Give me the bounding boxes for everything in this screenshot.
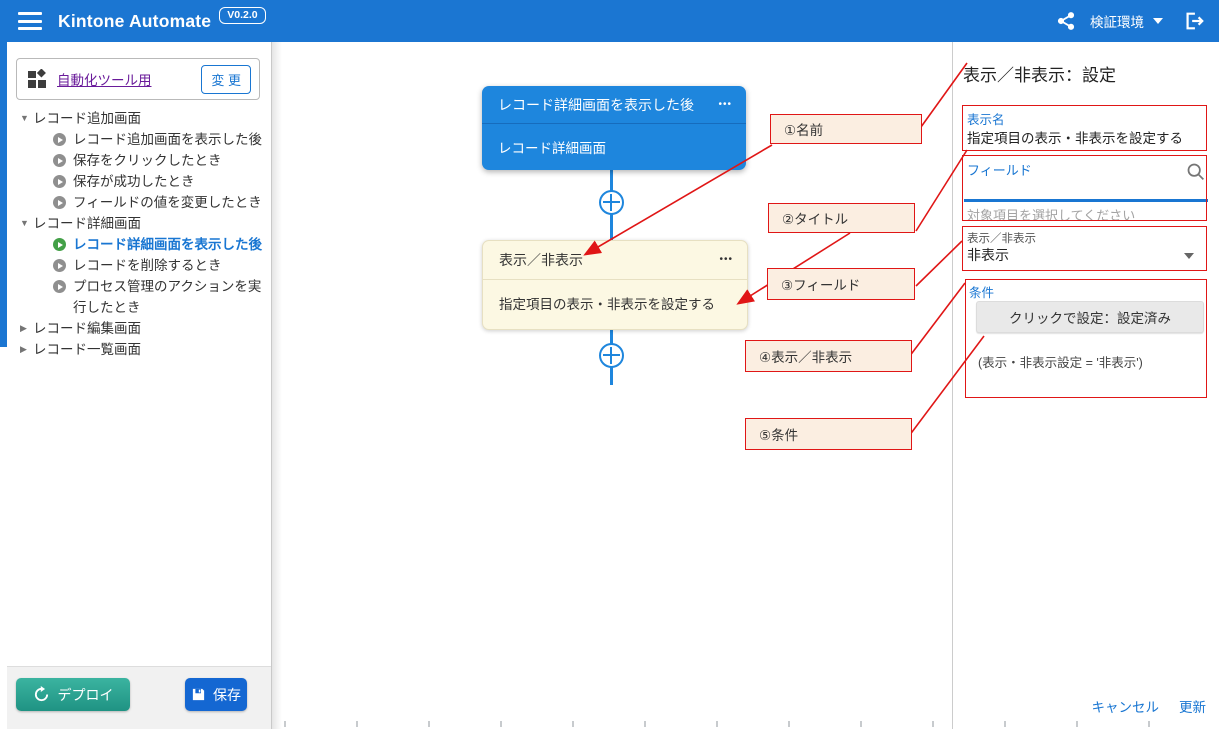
event-tree: ▼レコード追加画面 レコード追加画面を表示した後 保存をクリックしたとき 保存が… xyxy=(7,108,269,360)
search-icon[interactable] xyxy=(1185,161,1206,187)
app-card: 自動化ツール用 変 更 xyxy=(16,58,260,100)
environment-label: 検証環境 xyxy=(1090,11,1144,31)
event-icon xyxy=(53,154,66,167)
logout-icon[interactable] xyxy=(1183,10,1205,32)
visibility-select-label: 表示／非表示 xyxy=(967,230,1036,246)
tree-collapse-icon[interactable]: ▼ xyxy=(20,213,33,234)
sidebar-item[interactable]: 保存が成功したとき xyxy=(7,171,269,192)
sidebar-item[interactable]: プロセス管理のアクションを実行したとき xyxy=(7,276,269,318)
app-title: Kintone Automate xyxy=(58,11,211,32)
tree-collapse-icon[interactable]: ▼ xyxy=(20,108,33,129)
more-options-icon[interactable]: ••• xyxy=(718,100,732,110)
field-selector-label: フィールド xyxy=(967,160,1032,179)
share-icon[interactable] xyxy=(1056,11,1076,31)
event-icon xyxy=(53,259,66,272)
update-button[interactable]: 更新 xyxy=(1179,696,1206,716)
trigger-node[interactable]: レコード詳細画面を表示した後 ••• レコード詳細画面 xyxy=(482,86,746,170)
name-field-value[interactable]: 指定項目の表示・非表示を設定する xyxy=(967,127,1183,147)
field-search-input[interactable] xyxy=(967,178,1171,200)
sidebar-item-active[interactable]: レコード詳細画面を表示した後 xyxy=(7,234,269,255)
sync-icon xyxy=(33,686,50,703)
field-helper-text: 対象項目を選択してください xyxy=(967,205,1135,224)
action-node-subtitle: 指定項目の表示・非表示を設定する xyxy=(499,293,715,313)
add-step-icon[interactable] xyxy=(599,343,624,368)
left-edge-strip xyxy=(0,42,7,347)
tree-expand-icon[interactable]: ▶ xyxy=(20,339,33,360)
sidebar-item[interactable]: 保存をクリックしたとき xyxy=(7,150,269,171)
version-badge: V0.2.0 xyxy=(219,7,265,24)
event-icon-active xyxy=(53,238,66,251)
save-button[interactable]: 保存 xyxy=(185,678,247,711)
trigger-node-title: レコード詳細画面を表示した後 xyxy=(498,95,694,115)
sidebar-group-record-edit[interactable]: ▶レコード編集画面 xyxy=(7,318,269,339)
chevron-down-icon xyxy=(1153,18,1163,24)
app-link[interactable]: 自動化ツール用 xyxy=(57,69,152,89)
app-icon xyxy=(27,69,47,89)
sidebar-item[interactable]: レコード追加画面を表示した後 xyxy=(7,129,269,150)
sidebar-group-record-add[interactable]: ▼レコード追加画面 xyxy=(7,108,269,129)
canvas-shadow xyxy=(272,42,282,729)
condition-set-button[interactable]: クリックで設定：設定済み xyxy=(976,301,1204,333)
add-step-icon[interactable] xyxy=(599,190,624,215)
deploy-button[interactable]: デプロイ xyxy=(16,678,130,711)
action-node[interactable]: 表示／非表示 ••• 指定項目の表示・非表示を設定する xyxy=(482,240,748,330)
event-icon xyxy=(53,196,66,209)
trigger-node-subtitle: レコード詳細画面 xyxy=(498,137,606,157)
settings-panel: 表示／非表示：設定 表示名 指定項目の表示・非表示を設定する フィールド 対象項… xyxy=(952,42,1219,729)
visibility-select-value[interactable]: 非表示 xyxy=(967,245,1009,265)
condition-summary: (表示・非表示設定 = '非表示') xyxy=(978,352,1143,371)
environment-selector[interactable]: 検証環境 xyxy=(1090,11,1163,31)
sidebar-footer: デプロイ 保存 xyxy=(7,666,271,729)
hamburger-menu-icon[interactable] xyxy=(18,12,42,30)
sidebar: 自動化ツール用 変 更 ▼レコード追加画面 レコード追加画面を表示した後 保存を… xyxy=(7,42,272,729)
cancel-button[interactable]: キャンセル xyxy=(1092,696,1160,716)
sidebar-group-record-list[interactable]: ▶レコード一覧画面 xyxy=(7,339,269,360)
event-icon xyxy=(53,280,66,293)
change-app-button[interactable]: 変 更 xyxy=(201,65,251,94)
panel-title: 表示／非表示：設定 xyxy=(963,61,1116,86)
field-input-underline xyxy=(964,199,1208,202)
sidebar-item[interactable]: レコードを削除するとき xyxy=(7,255,269,276)
condition-label: 条件 xyxy=(969,282,994,301)
save-icon xyxy=(191,687,206,702)
event-icon xyxy=(53,175,66,188)
action-node-title: 表示／非表示 xyxy=(499,250,583,270)
more-options-icon[interactable]: ••• xyxy=(719,255,733,265)
event-icon xyxy=(53,133,66,146)
app-header: Kintone Automate V0.2.0 検証環境 xyxy=(0,0,1219,42)
sidebar-group-record-detail[interactable]: ▼レコード詳細画面 xyxy=(7,213,269,234)
dropdown-caret-icon[interactable] xyxy=(1184,253,1194,259)
name-field-label: 表示名 xyxy=(967,109,1005,128)
tree-expand-icon[interactable]: ▶ xyxy=(20,318,33,339)
sidebar-item[interactable]: フィールドの値を変更したとき xyxy=(7,192,269,213)
